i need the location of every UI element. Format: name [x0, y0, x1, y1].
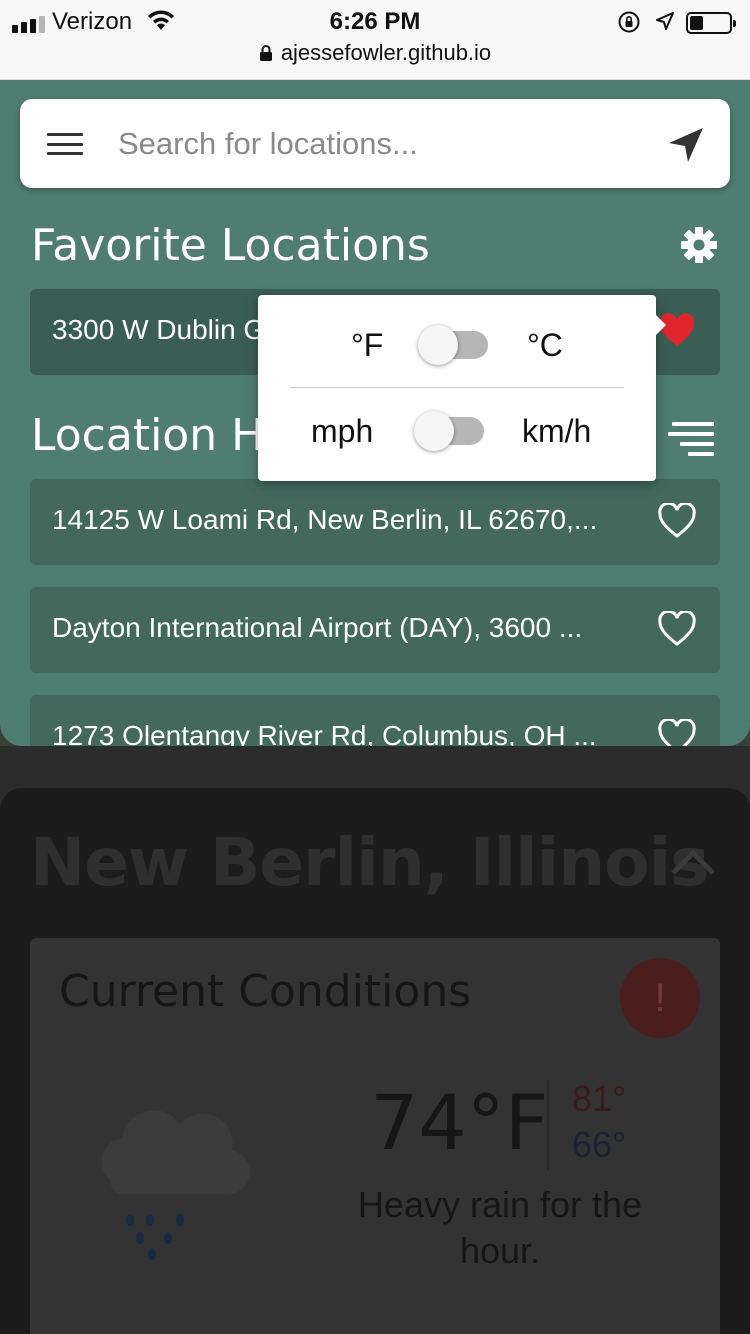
search-bar — [20, 99, 730, 188]
history-location-row[interactable]: Dayton International Airport (DAY), 3600… — [30, 587, 720, 673]
celsius-label: °C — [527, 327, 563, 363]
low-temperature: 66° — [572, 1124, 627, 1165]
city-title: New Berlin, Illinois — [30, 824, 710, 901]
sort-icon[interactable] — [668, 422, 714, 462]
history-location-row[interactable]: 1273 Olentangy River Rd, Columbus, OH ..… — [30, 695, 720, 746]
orientation-lock-icon — [618, 11, 640, 33]
high-temperature: 81° — [572, 1078, 627, 1119]
url-text: ajessefowler.github.io — [280, 40, 492, 65]
favorites-title: Favorite Locations — [31, 220, 430, 271]
rain-cloud-icon — [101, 1110, 250, 1260]
gear-icon[interactable] — [680, 226, 718, 264]
temperature-divider — [547, 1080, 549, 1170]
padlock-icon — [259, 45, 272, 61]
search-input[interactable] — [118, 121, 638, 167]
current-conditions-card: Current Conditions ! 74°F 81° 66° Heavy … — [30, 938, 720, 1334]
chevron-up-icon[interactable] — [670, 848, 716, 876]
current-conditions-title: Current Conditions — [59, 966, 472, 1017]
weather-backdrop: New Berlin, Illinois Current Conditions … — [0, 746, 750, 1334]
history-location-label: 1273 Olentangy River Rd, Columbus, OH ..… — [52, 720, 597, 746]
fahrenheit-label: °F — [351, 327, 384, 363]
temperature-unit-toggle[interactable] — [418, 325, 488, 365]
popup-divider — [290, 387, 624, 388]
history-location-label: 14125 W Loami Rd, New Berlin, IL 62670,.… — [52, 504, 598, 535]
address-bar[interactable]: ajessefowler.github.io — [0, 40, 750, 66]
location-arrow-icon — [656, 12, 674, 30]
history-location-row[interactable]: 14125 W Loami Rd, New Berlin, IL 62670,.… — [30, 479, 720, 565]
history-location-label: Dayton International Airport (DAY), 3600… — [52, 612, 583, 643]
kmh-label: km/h — [522, 413, 592, 449]
units-settings-popup: °F °C mph km/h — [258, 295, 666, 481]
weather-summary: Heavy rain for the hour. — [357, 1184, 643, 1271]
heart-outline-icon[interactable] — [658, 611, 696, 647]
speed-unit-toggle[interactable] — [414, 411, 484, 451]
battery-icon — [686, 12, 736, 34]
heart-outline-icon[interactable] — [658, 503, 696, 539]
current-temperature: 74°F — [370, 1078, 549, 1167]
weather-panel: New Berlin, Illinois Current Conditions … — [0, 788, 750, 1334]
navigation-icon[interactable] — [666, 125, 706, 165]
heart-outline-icon[interactable] — [658, 719, 696, 746]
menu-icon[interactable] — [47, 133, 83, 155]
locations-panel: Favorite Locations 3300 W Dublin Granvil… — [0, 80, 750, 746]
weather-alert-button[interactable]: ! — [620, 958, 700, 1038]
ios-status-bar: Verizon 6:26 PM ajessefowler.github.io — [0, 0, 750, 80]
mph-label: mph — [311, 413, 374, 449]
